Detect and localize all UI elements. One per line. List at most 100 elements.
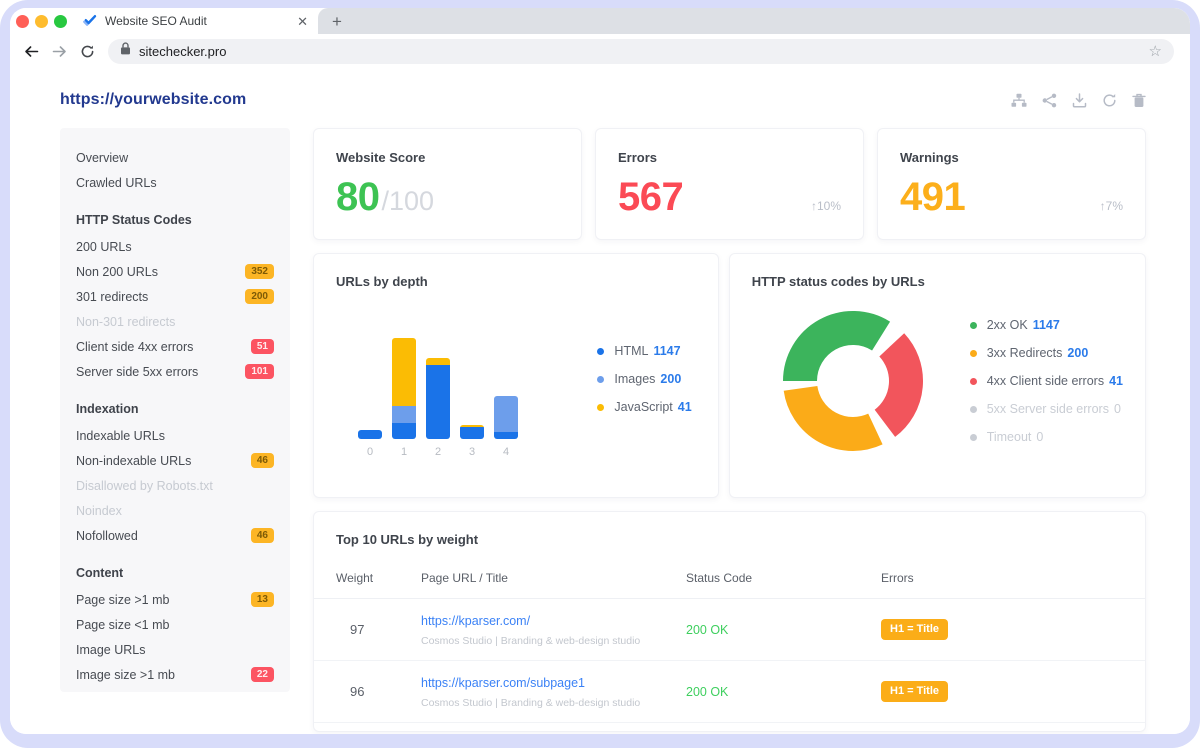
legend-item-javascript[interactable]: JavaScript41 xyxy=(597,400,691,414)
sidebar-item-non-200-urls[interactable]: Non 200 URLs352 xyxy=(76,259,274,284)
error-badge: H1 = Title xyxy=(881,619,948,640)
sidebar-item-label: Overview xyxy=(76,151,274,165)
legend-dot-icon xyxy=(970,406,977,413)
browser-tab[interactable]: Website SEO Audit ✕ xyxy=(77,8,318,34)
legend-item-4xx-client-side-errors[interactable]: 4xx Client side errors41 xyxy=(970,374,1123,388)
legend-value: 200 xyxy=(660,372,681,386)
bar-depth-3 xyxy=(460,425,484,439)
share-icon[interactable] xyxy=(1042,93,1057,108)
address-field[interactable]: sitechecker.pro ☆ xyxy=(108,39,1174,64)
dashboard-layout: OverviewCrawled URLsHTTP Status Codes200… xyxy=(60,128,1146,732)
app-frame: Website SEO Audit ✕ + sitechecker. xyxy=(0,0,1200,748)
url-bar: sitechecker.pro ☆ xyxy=(10,34,1190,68)
sidebar-item-label: Indexable URLs xyxy=(76,429,274,443)
legend-item-5xx-server-side-errors[interactable]: 5xx Server side errors0 xyxy=(970,402,1123,416)
bar-depth-4 xyxy=(494,396,518,439)
stat-title: Warnings xyxy=(900,150,1123,165)
stat-value: 491 xyxy=(900,175,965,220)
browser-window: Website SEO Audit ✕ + sitechecker. xyxy=(10,8,1190,734)
sidebar-item-page-size-1-mb[interactable]: Page size <1 mb xyxy=(76,612,274,637)
sidebar-item-label: Disallowed by Robots.txt xyxy=(76,479,274,493)
reload-icon[interactable] xyxy=(80,44,95,59)
sidebar-item-label: Nofollowed xyxy=(76,529,251,543)
bar-depth-1 xyxy=(392,338,416,439)
legend-item-2xx-ok[interactable]: 2xx OK1147 xyxy=(970,318,1123,332)
tab-strip: + xyxy=(318,8,1190,34)
sidebar-item-non-301-redirects[interactable]: Non-301 redirects xyxy=(76,309,274,334)
stat-card-warnings: Warnings 491 ↑7% xyxy=(877,128,1146,240)
cell-weight: 97 xyxy=(336,622,421,637)
sidebar-item-client-side-4xx-errors[interactable]: Client side 4xx errors51 xyxy=(76,334,274,359)
download-icon[interactable] xyxy=(1072,93,1087,108)
legend-label: Images xyxy=(614,372,655,386)
bar-chart: 01234 xyxy=(358,334,518,458)
count-badge: 101 xyxy=(245,364,274,379)
sidebar-item-label: Image URLs xyxy=(76,643,274,657)
back-icon[interactable] xyxy=(24,44,39,59)
trash-icon[interactable] xyxy=(1132,93,1146,108)
sidebar-item-image-urls[interactable]: Image URLs xyxy=(76,637,274,662)
tab-title: Website SEO Audit xyxy=(105,14,289,28)
sidebar-item-indexable-urls[interactable]: Indexable URLs xyxy=(76,423,274,448)
sidebar-item-overview[interactable]: Overview xyxy=(76,145,274,170)
top-urls-table-card: Top 10 URLs by weight WeightPage URL / T… xyxy=(313,511,1146,732)
sidebar-item-label: Non-indexable URLs xyxy=(76,454,251,468)
cell-weight: 96 xyxy=(336,684,421,699)
sidebar-item-image-size-1-mb[interactable]: Image size >1 mb22 xyxy=(76,662,274,687)
table-body: 97https://kparser.com/Cosmos Studio | Br… xyxy=(314,599,1145,723)
table-row: 97https://kparser.com/Cosmos Studio | Br… xyxy=(314,599,1145,661)
legend-label: 2xx OK xyxy=(987,318,1028,332)
urls-by-depth-card: URLs by depth 01234 HTML1147Images200Jav… xyxy=(313,253,719,498)
main-panel: Website Score 80 /100 Errors 567 xyxy=(313,128,1146,732)
legend-item-timeout[interactable]: Timeout0 xyxy=(970,430,1123,444)
tab-close-icon[interactable]: ✕ xyxy=(297,15,308,28)
legend-item-html[interactable]: HTML1147 xyxy=(597,344,691,358)
sidebar-item-noindex[interactable]: Noindex xyxy=(76,498,274,523)
minimize-window-button[interactable] xyxy=(35,15,48,28)
bar-depth-2 xyxy=(426,358,450,439)
legend-label: JavaScript xyxy=(614,400,672,414)
count-badge: 22 xyxy=(251,667,274,682)
page-url-link[interactable]: https://kparser.com/ xyxy=(421,614,530,628)
sidebar-item-nofollowed[interactable]: Nofollowed46 xyxy=(76,523,274,548)
sidebar-item-200-urls[interactable]: 200 URLs xyxy=(76,234,274,259)
new-tab-icon[interactable]: + xyxy=(332,13,342,30)
legend-value: 41 xyxy=(1109,374,1123,388)
bar-segment-javascript xyxy=(392,338,416,406)
stat-card-errors: Errors 567 ↑10% xyxy=(595,128,864,240)
legend-item-images[interactable]: Images 200 xyxy=(597,372,691,386)
bar-chart-legend: HTML1147 Images 200 JavaScript41 xyxy=(597,344,691,414)
page-content: https://yourwebsite.com xyxy=(10,68,1190,734)
sitemap-icon[interactable] xyxy=(1011,93,1027,108)
legend-dot-icon xyxy=(970,322,977,329)
sidebar-item-disallowed-by-robots-txt[interactable]: Disallowed by Robots.txt xyxy=(76,473,274,498)
chart-title: HTTP status codes by URLs xyxy=(752,274,1123,289)
refresh-icon[interactable] xyxy=(1102,93,1117,108)
sidebar-item-crawled-urls[interactable]: Crawled URLs xyxy=(76,170,274,195)
legend-item-3xx-redirects[interactable]: 3xx Redirects 200 xyxy=(970,346,1123,360)
legend-value: 200 xyxy=(1067,346,1088,360)
page-url-link[interactable]: https://kparser.com/subpage1 xyxy=(421,676,585,690)
legend-label: 5xx Server side errors xyxy=(987,402,1109,416)
sidebar-item-label: 301 redirects xyxy=(76,290,245,304)
sidebar-item-server-side-5xx-errors[interactable]: Server side 5xx errors101 xyxy=(76,359,274,384)
stat-cards-row: Website Score 80 /100 Errors 567 xyxy=(313,128,1146,240)
bookmark-star-icon[interactable]: ☆ xyxy=(1149,44,1162,59)
url-text: sitechecker.pro xyxy=(139,44,1141,59)
sidebar-item-label: Server side 5xx errors xyxy=(76,365,245,379)
tab-bar: Website SEO Audit ✕ + xyxy=(10,8,1190,34)
x-tick-label: 1 xyxy=(392,446,416,458)
http-status-codes-card: HTTP status codes by URLs 2xx OK1147 3xx … xyxy=(729,253,1146,498)
legend-dot-icon xyxy=(970,350,977,357)
forward-icon[interactable] xyxy=(52,44,67,59)
zoom-window-button[interactable] xyxy=(54,15,67,28)
count-badge: 352 xyxy=(245,264,274,279)
sidebar-item-page-size-1-mb[interactable]: Page size >1 mb13 xyxy=(76,587,274,612)
sidebar-item-non-indexable-urls[interactable]: Non-indexable URLs46 xyxy=(76,448,274,473)
sidebar-item-301-redirects[interactable]: 301 redirects200 xyxy=(76,284,274,309)
close-window-button[interactable] xyxy=(16,15,29,28)
legend-label: 3xx Redirects xyxy=(987,346,1063,360)
column-header-weight: Weight xyxy=(336,571,421,585)
legend-label: HTML xyxy=(614,344,648,358)
bar-depth-0 xyxy=(358,430,382,439)
